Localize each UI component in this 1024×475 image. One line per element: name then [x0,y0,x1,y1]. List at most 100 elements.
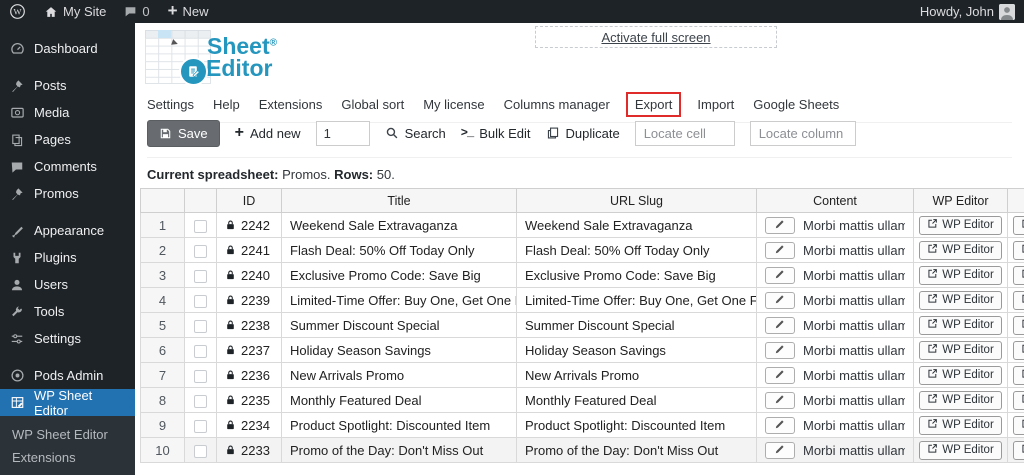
url-slug-cell[interactable]: Holiday Season Savings [516,337,757,363]
wp-editor-button[interactable]: WP Editor [919,415,1002,435]
nav-item-google-sheets[interactable]: Google Sheets [753,97,839,112]
truncated-button[interactable] [1013,415,1024,435]
title-cell[interactable]: Exclusive Promo Code: Save Big [281,262,517,288]
row-checkbox[interactable] [194,269,207,283]
locate-column-input[interactable] [749,120,856,146]
row-checkbox[interactable] [194,319,207,333]
title-cell[interactable]: Holiday Season Savings [281,337,517,363]
sidebar-item-appearance[interactable]: Appearance [0,217,135,244]
wp-editor-button[interactable]: WP Editor [919,265,1002,285]
sidebar-item-settings[interactable]: Settings [0,325,135,352]
url-slug-cell[interactable]: Limited-Time Offer: Buy One, Get One Fre… [516,287,757,313]
duplicate-button[interactable]: Duplicate [546,126,620,141]
id-cell[interactable]: 2242 [216,212,282,238]
title-cell[interactable]: Weekend Sale Extravaganza [281,212,517,238]
title-cell[interactable]: Promo of the Day: Don't Miss Out [281,437,517,463]
title-cell[interactable]: New Arrivals Promo [281,362,517,388]
id-cell[interactable]: 2239 [216,287,282,313]
truncated-button[interactable] [1013,290,1024,310]
sidebar-item-wp-sheet-editor[interactable]: WP Sheet Editor [0,388,135,418]
locate-cell-input[interactable] [634,120,735,146]
url-slug-cell[interactable]: New Arrivals Promo [516,362,757,388]
row-checkbox[interactable] [194,244,207,258]
url-slug-cell[interactable]: Product Spotlight: Discounted Item [516,412,757,438]
id-cell[interactable]: 2236 [216,362,282,388]
save-button[interactable]: Save [147,119,220,147]
wp-editor-button[interactable]: WP Editor [919,290,1002,310]
url-slug-cell[interactable]: Weekend Sale Extravaganza [516,212,757,238]
title-cell[interactable]: Flash Deal: 50% Off Today Only [281,237,517,263]
nav-item-columns-manager[interactable]: Columns manager [504,97,610,112]
row-checkbox[interactable] [194,444,207,458]
truncated-button[interactable] [1013,440,1024,460]
edit-content-button[interactable] [765,266,795,284]
content-cell[interactable]: Morbi mattis ullamco... [756,387,914,413]
edit-content-button[interactable] [765,291,795,309]
content-cell[interactable]: Morbi mattis ullamco... [756,437,914,463]
wp-editor-button[interactable]: WP Editor [919,365,1002,385]
truncated-button[interactable] [1013,265,1024,285]
truncated-button[interactable] [1013,390,1024,410]
nav-item-export[interactable]: Export [625,92,681,117]
edit-content-button[interactable] [765,241,795,259]
row-checkbox[interactable] [194,419,207,433]
wordpress-logo-icon[interactable]: W [0,0,35,23]
title-cell[interactable]: Product Spotlight: Discounted Item [281,412,517,438]
sidebar-item-pods-admin[interactable]: Pods Admin [0,362,135,389]
submenu-item-edit-posts[interactable]: Edit Posts [0,469,135,475]
id-cell[interactable]: 2241 [216,237,282,263]
title-cell[interactable]: Limited-Time Offer: Buy One, Get One Fre… [281,287,517,313]
edit-content-button[interactable] [765,366,795,384]
content-cell[interactable]: Morbi mattis ullamco... [756,287,914,313]
sidebar-item-promos[interactable]: Promos [0,180,135,207]
content-cell[interactable]: Morbi mattis ullamco... [756,312,914,338]
edit-content-button[interactable] [765,441,795,459]
id-cell[interactable]: 2240 [216,262,282,288]
add-new-button[interactable]: + Add new [235,125,301,141]
edit-content-button[interactable] [765,316,795,334]
nav-item-import[interactable]: Import [697,97,734,112]
row-checkbox[interactable] [194,394,207,408]
url-slug-cell[interactable]: Monthly Featured Deal [516,387,757,413]
wp-editor-button[interactable]: WP Editor [919,340,1002,360]
truncated-button[interactable] [1013,315,1024,335]
search-button[interactable]: Search [385,126,446,141]
content-cell[interactable]: Morbi mattis ullamco... [756,362,914,388]
sidebar-item-dashboard[interactable]: Dashboard [0,35,135,62]
edit-content-button[interactable] [765,341,795,359]
truncated-button[interactable] [1013,365,1024,385]
content-cell[interactable]: Morbi mattis ullamco... [756,212,914,238]
wp-editor-button[interactable]: WP Editor [919,390,1002,410]
id-cell[interactable]: 2235 [216,387,282,413]
wp-editor-button[interactable]: WP Editor [919,315,1002,335]
content-cell[interactable]: Morbi mattis ullamco... [756,412,914,438]
truncated-button[interactable] [1013,240,1024,260]
id-cell[interactable]: 2237 [216,337,282,363]
nav-item-settings[interactable]: Settings [147,97,194,112]
id-cell[interactable]: 2233 [216,437,282,463]
content-cell[interactable]: Morbi mattis ullamco... [756,262,914,288]
bulk-edit-button[interactable]: >_ Bulk Edit [461,126,531,141]
url-slug-cell[interactable]: Summer Discount Special [516,312,757,338]
title-cell[interactable]: Monthly Featured Deal [281,387,517,413]
submenu-item-extensions[interactable]: Extensions [0,446,135,469]
truncated-button[interactable] [1013,340,1024,360]
sidebar-item-comments[interactable]: Comments [0,153,135,180]
nav-item-extensions[interactable]: Extensions [259,97,323,112]
sidebar-item-plugins[interactable]: Plugins [0,244,135,271]
howdy-account-link[interactable]: Howdy, John [911,0,1024,23]
url-slug-cell[interactable]: Exclusive Promo Code: Save Big [516,262,757,288]
nav-item-my-license[interactable]: My license [423,97,484,112]
edit-content-button[interactable] [765,216,795,234]
row-checkbox[interactable] [194,294,207,308]
wp-editor-button[interactable]: WP Editor [919,440,1002,460]
url-slug-cell[interactable]: Flash Deal: 50% Off Today Only [516,237,757,263]
wp-editor-button[interactable]: WP Editor [919,215,1002,235]
sidebar-item-posts[interactable]: Posts [0,72,135,99]
edit-content-button[interactable] [765,391,795,409]
comments-bubble[interactable]: 0 [115,0,158,23]
row-checkbox[interactable] [194,344,207,358]
title-cell[interactable]: Summer Discount Special [281,312,517,338]
edit-content-button[interactable] [765,416,795,434]
row-checkbox[interactable] [194,369,207,383]
